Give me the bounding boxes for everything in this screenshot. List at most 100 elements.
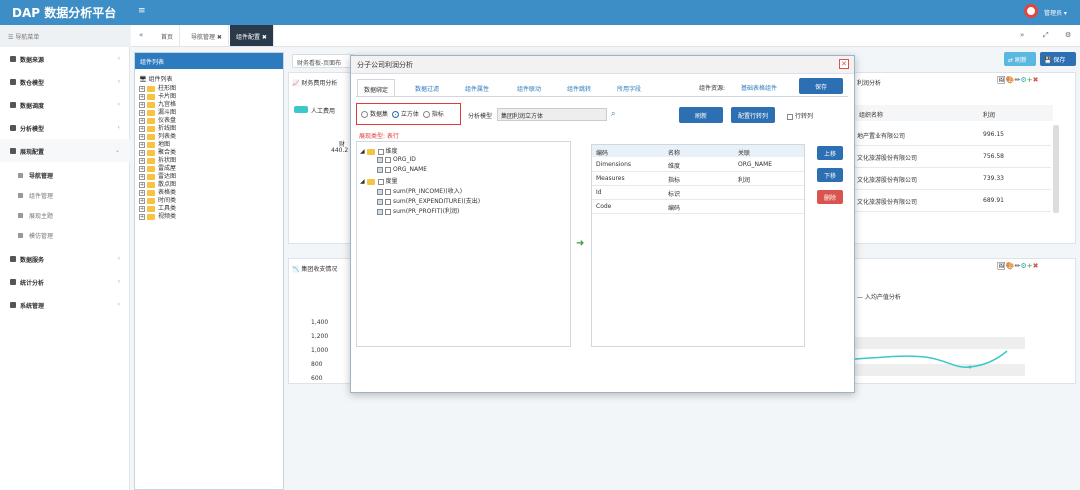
row-to-col-toggle[interactable]: 行转列 xyxy=(787,111,813,120)
fullscreen-icon[interactable]: ⤢ xyxy=(1043,31,1049,40)
close-icon[interactable]: ✖ xyxy=(1033,262,1039,270)
expand-icon[interactable]: + xyxy=(139,213,145,220)
gear-icon xyxy=(10,302,16,308)
palette-icon[interactable]: 🎨 xyxy=(1006,262,1015,270)
tab-scroll-left-icon[interactable]: « xyxy=(139,31,143,39)
expense-panel-title: 📈 财务费用分析 xyxy=(292,80,338,87)
tab-component-props[interactable]: 组件属性 xyxy=(459,79,495,97)
org-name-checkbox[interactable] xyxy=(385,166,391,173)
folder-icon xyxy=(10,148,16,154)
grid-col-name: 名称 xyxy=(668,150,681,157)
profit-cell: 756.58 xyxy=(983,153,1004,160)
radio-cube[interactable] xyxy=(391,111,399,118)
sidebar-item-system[interactable]: 系统管理 ‹ xyxy=(0,293,130,316)
move-down-button[interactable]: 下移 xyxy=(817,168,843,182)
expenditure-checkbox[interactable] xyxy=(385,198,391,205)
profit-checkbox[interactable] xyxy=(385,208,391,215)
user-menu[interactable]: 管理员 ▾ xyxy=(1044,8,1067,17)
radio-indicator[interactable] xyxy=(422,111,430,118)
sidebar-item-display-config[interactable]: 展现配置 ⌄ xyxy=(0,139,130,162)
grid-cell[interactable]: Id xyxy=(596,189,602,196)
org-name-cell: 文化旅游股份有限公司 xyxy=(857,199,918,206)
tree-field-expenditure[interactable]: sum(PR_EXPENDITURE)(支出) xyxy=(377,196,480,205)
y-tick-label: 600 xyxy=(311,375,323,382)
close-icon[interactable]: ✖ xyxy=(1033,76,1039,84)
tab-used-fields[interactable]: 所用字段 xyxy=(611,79,647,97)
grid-col-link: 关联 xyxy=(738,150,751,157)
tree-measure-node[interactable]: ◢ 度量 xyxy=(360,176,398,185)
grid-cell[interactable]: 编码 xyxy=(668,203,680,212)
grid-cell[interactable]: 标识 xyxy=(668,189,680,198)
grid-cell[interactable]: 指标 xyxy=(668,175,680,184)
scrollbar[interactable] xyxy=(1053,125,1059,213)
save-button[interactable]: 💾 保存 xyxy=(1040,52,1076,66)
grid-cell[interactable]: ORG_NAME xyxy=(738,161,772,168)
sidebar-sub-nav-manage[interactable]: 导航管理 xyxy=(0,164,130,184)
sidebar-item-warehouse[interactable]: 数仓模型 ‹ xyxy=(0,70,130,93)
tree-node[interactable]: + 视频类 xyxy=(139,211,176,220)
row-to-col-checkbox[interactable] xyxy=(787,113,793,120)
dialog-refresh-button[interactable]: 刷新 xyxy=(679,107,723,123)
tab-home[interactable]: 首页 xyxy=(155,25,181,46)
tab-data-binding[interactable]: 数据绑定 xyxy=(357,79,396,97)
grid-cell[interactable]: 维度 xyxy=(668,161,680,170)
sidebar-sub-component-manage[interactable]: 组件管理 xyxy=(0,184,130,204)
tree-root[interactable]: 🖥 组件列表 xyxy=(139,74,173,83)
tab-component-jump[interactable]: 组件跳转 xyxy=(561,79,597,97)
dimension-checkbox[interactable] xyxy=(377,148,384,155)
palette-icon[interactable]: 🎨 xyxy=(1006,76,1015,84)
grid-cell[interactable]: Measures xyxy=(596,175,625,182)
org-name-cell: 文化旅游股份有限公司 xyxy=(857,177,918,184)
sidebar-sub-template[interactable]: 模仿管理 xyxy=(0,224,130,244)
tree-field-profit[interactable]: sum(PR_PROFIT)(利润) xyxy=(377,206,459,215)
dialog-save-button[interactable]: 保存 xyxy=(799,78,843,94)
source-type-radio-group: 数据集 立方体 指标 xyxy=(356,103,461,125)
grid-cell[interactable]: Code xyxy=(596,203,611,210)
component-config-dialog: 分子公司利润分析 ✕ 数据绑定 数据过滤 组件属性 组件联动 组件跳转 所用字段… xyxy=(350,55,855,393)
radio-dataset[interactable] xyxy=(361,111,368,118)
cubes-icon xyxy=(10,79,16,85)
grid-row-divider xyxy=(592,185,804,186)
sidebar-sub-theme[interactable]: 展现主题 xyxy=(0,204,130,224)
sidebar-item-statistics[interactable]: 统计分析 ‹ xyxy=(0,270,130,293)
sidebar-item-data-service[interactable]: 数据服务 ‹ xyxy=(0,247,130,270)
grid-cell[interactable]: 利润 xyxy=(738,175,750,184)
org-id-checkbox[interactable] xyxy=(385,156,391,163)
resource-value[interactable]: 基础表格组件 xyxy=(741,83,777,92)
income-checkbox[interactable] xyxy=(385,188,391,195)
sidebar-item-scheduling[interactable]: 数据调度 ‹ xyxy=(0,93,130,116)
grid-cell[interactable]: Dimensions xyxy=(596,161,631,168)
tab-scroll-right-icon[interactable]: » xyxy=(1020,31,1024,39)
arrow-right-icon[interactable]: ➜ xyxy=(576,238,584,249)
config-row-col-button[interactable]: 配置行转列 xyxy=(731,107,775,123)
menu-toggle-icon[interactable]: ≡ xyxy=(138,6,146,16)
breadcrumb[interactable]: 财务看板-页面布 xyxy=(292,54,354,68)
tab-component-link[interactable]: 组件联动 xyxy=(511,79,547,97)
image-icon[interactable]: 🖼 xyxy=(997,262,1006,270)
tab-component-config[interactable]: 组件配置 ✖ xyxy=(230,25,274,46)
tab-nav-manage[interactable]: 导航管理 ✖ xyxy=(185,25,229,46)
chart-icon: 📈 xyxy=(292,80,302,87)
tag-icon xyxy=(18,193,23,198)
settings-icon[interactable]: ⚙ xyxy=(1065,31,1071,39)
model-input[interactable]: 集团利润立方体 xyxy=(497,108,607,121)
move-up-button[interactable]: 上移 xyxy=(817,146,843,160)
image-icon[interactable]: 🖼 xyxy=(997,76,1006,84)
tree-field-org-name[interactable]: ORG_NAME xyxy=(377,166,427,175)
tree-field-income[interactable]: sum(PR_INCOME)(收入) xyxy=(377,186,462,195)
productivity-panel: 🖼🎨✏⚙+✖ — 入均产值分析 xyxy=(854,258,1076,384)
row-divider xyxy=(855,189,1051,190)
refresh-button[interactable]: ⇄ 刷新 xyxy=(1004,52,1036,66)
profit-cell: 739.33 xyxy=(983,175,1004,182)
close-icon[interactable]: ✕ xyxy=(839,59,849,69)
delete-button[interactable]: 删除 xyxy=(817,190,843,204)
tree-field-org-id[interactable]: ORG_ID xyxy=(377,156,416,165)
tree-dimension-node[interactable]: ◢ 维度 xyxy=(360,146,398,155)
avatar[interactable] xyxy=(1024,4,1038,18)
tab-data-filter[interactable]: 数据过滤 xyxy=(409,79,445,97)
measure-checkbox[interactable] xyxy=(377,178,384,185)
grid-row-divider xyxy=(592,199,804,200)
sidebar-item-data-source[interactable]: 数据来源 ‹ xyxy=(0,47,130,70)
sidebar-item-analysis-model[interactable]: 分析模型 ‹ xyxy=(0,116,130,139)
search-icon[interactable]: ⌕ xyxy=(611,109,615,119)
